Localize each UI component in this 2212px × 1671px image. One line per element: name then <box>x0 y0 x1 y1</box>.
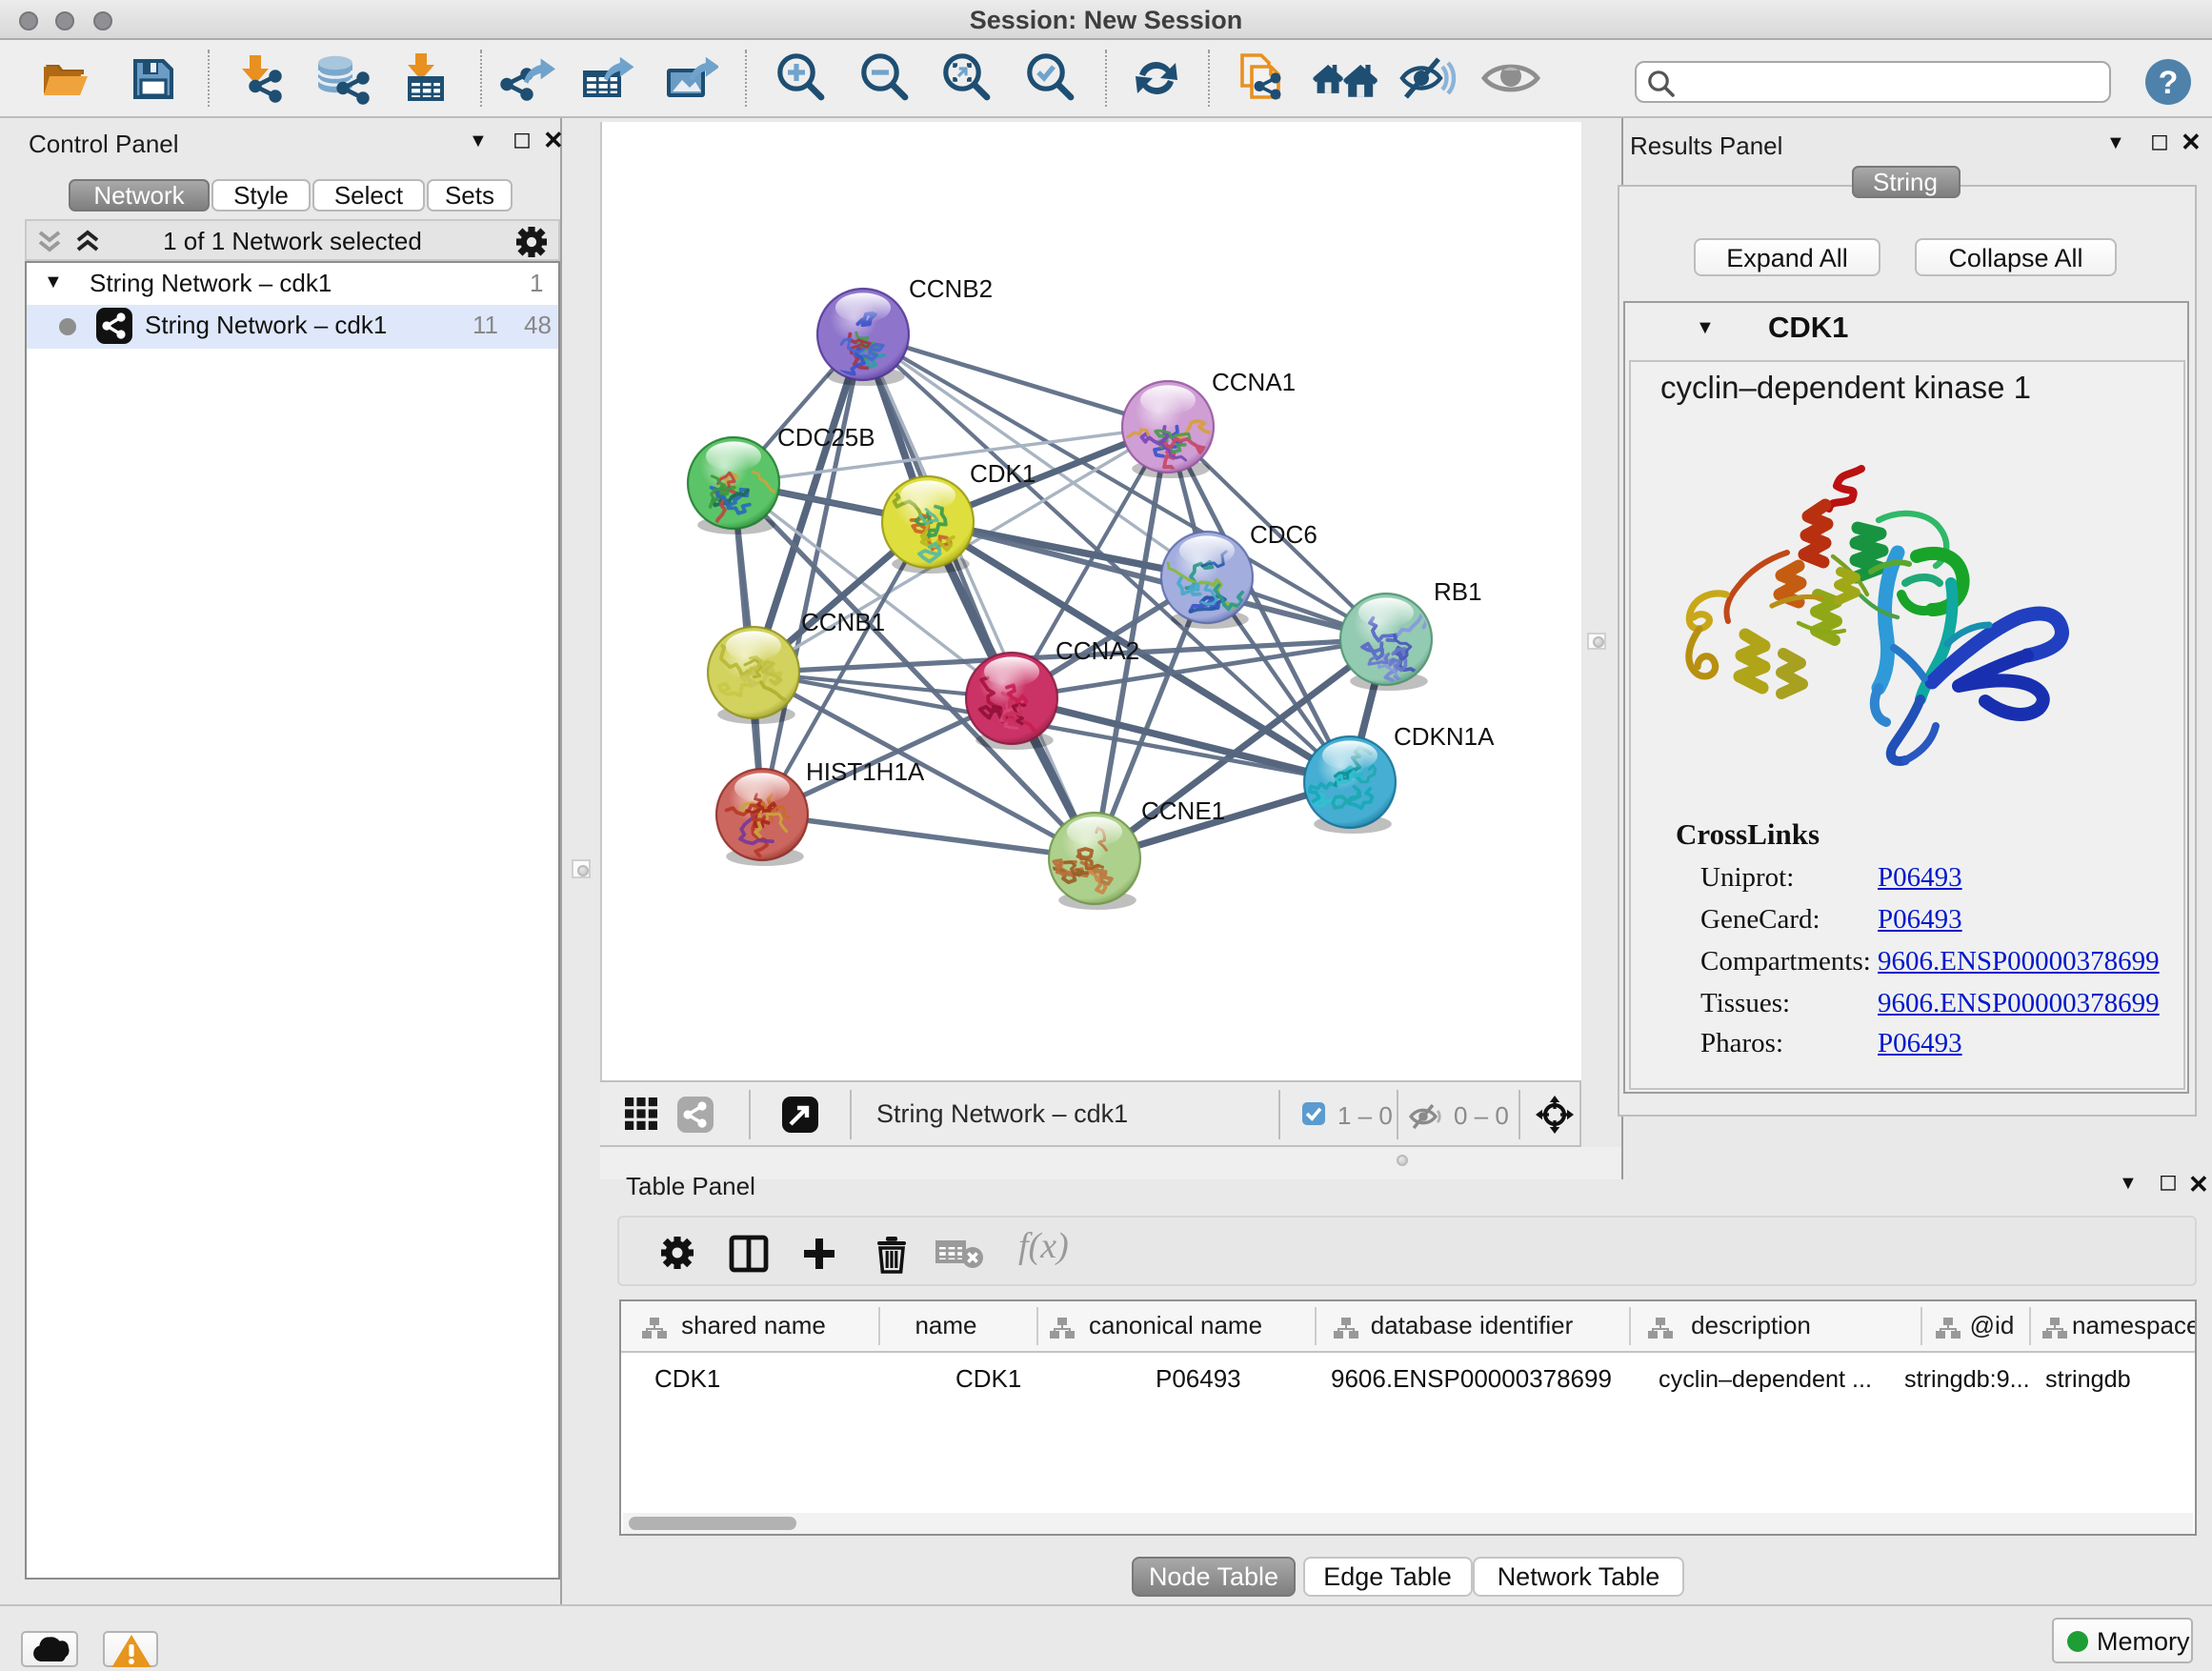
svg-text:CDKN1A: CDKN1A <box>1394 721 1495 750</box>
svg-text:CCNB2: CCNB2 <box>909 273 993 302</box>
svg-text:?: ? <box>2159 64 2179 100</box>
svg-text:RB1: RB1 <box>1434 576 1482 605</box>
svg-text:CCNB1: CCNB1 <box>801 607 885 635</box>
svg-text:CCNE1: CCNE1 <box>1141 795 1225 824</box>
svg-text:CDK1: CDK1 <box>970 458 1036 487</box>
svg-text:CDC25B: CDC25B <box>777 422 875 451</box>
svg-text:CDC6: CDC6 <box>1250 519 1317 548</box>
svg-text:CCNA2: CCNA2 <box>1056 635 1139 664</box>
svg-text:HIST1H1A: HIST1H1A <box>806 756 925 785</box>
svg-text:CCNA1: CCNA1 <box>1212 367 1296 395</box>
